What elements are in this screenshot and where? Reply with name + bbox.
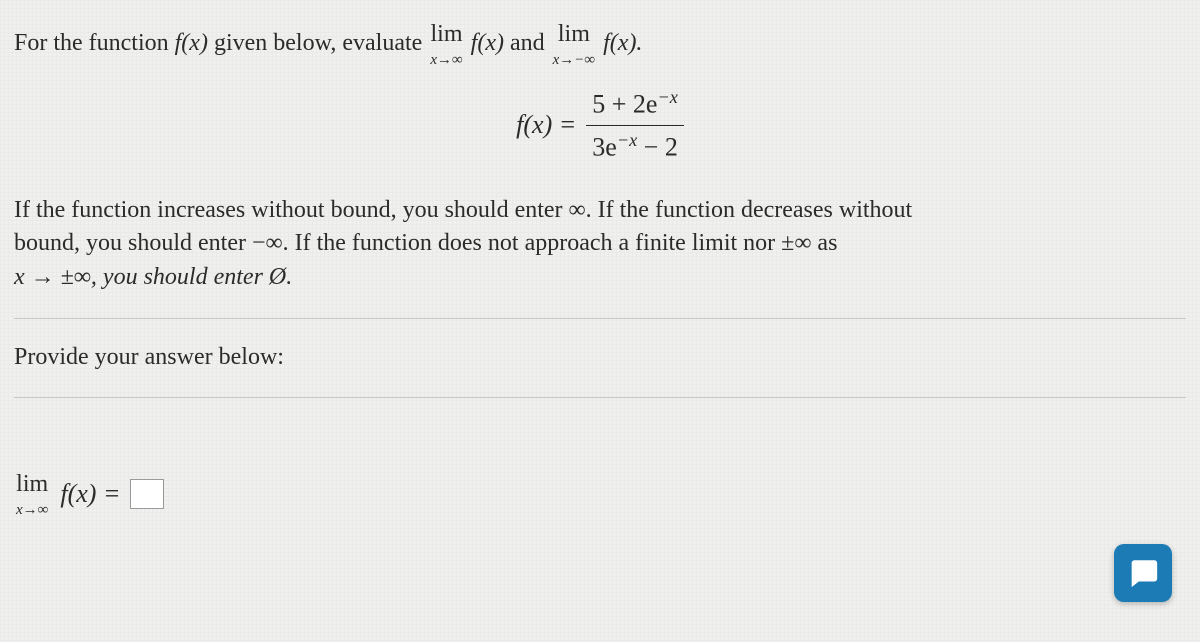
answer-lim-sub: x→∞ — [16, 500, 48, 521]
lim-fx-1: f(x) — [471, 30, 504, 56]
answer-prompt: Provide your answer below: — [14, 341, 1186, 375]
intro-fx: f(x) — [175, 30, 208, 56]
hint-line-2: bound, you should enter −∞. If the funct… — [14, 227, 1186, 261]
lim-fx-2: f(x). — [603, 30, 642, 56]
chat-button[interactable] — [1114, 544, 1172, 602]
divider-2 — [14, 397, 1186, 398]
lim-sub-2: x→−∞ — [553, 50, 595, 71]
eq-den-a: 3e — [592, 132, 617, 161]
eq-num-exp: −x — [657, 87, 677, 107]
lim-label-2: lim — [553, 18, 595, 52]
answer-fx-eq: f(x) = — [60, 476, 120, 512]
intro-and: and — [504, 30, 551, 56]
eq-num-a: 5 + 2e — [592, 89, 657, 118]
eq-den-b: − 2 — [637, 132, 678, 161]
hint-line-1: If the function increases without bound,… — [14, 194, 1186, 228]
function-definition: f(x) = 5 + 2e−x 3e−x − 2 — [14, 85, 1186, 166]
intro-text-1: For the function — [14, 30, 175, 56]
answer-lim-label: lim — [16, 468, 48, 502]
limit-pos-infinity: lim x→∞ — [430, 18, 462, 71]
limit-neg-infinity: lim x→−∞ — [553, 18, 595, 71]
hint-line-3: x → ±∞, you should enter Ø. — [14, 264, 292, 290]
answer-row: lim x→∞ f(x) = — [14, 468, 1186, 521]
eq-fraction: 5 + 2e−x 3e−x − 2 — [586, 85, 684, 166]
intro-text-2: given below, evaluate — [208, 30, 428, 56]
answer-limit: lim x→∞ — [16, 468, 48, 521]
lim-sub-1: x→∞ — [430, 50, 462, 71]
chat-icon — [1126, 556, 1160, 590]
divider-1 — [14, 318, 1186, 319]
lim-label: lim — [430, 18, 462, 52]
instruction-hint: If the function increases without bound,… — [14, 194, 1186, 295]
answer-input[interactable] — [130, 479, 164, 509]
eq-lhs: f(x) = — [516, 107, 576, 143]
problem-intro: For the function f(x) given below, evalu… — [14, 18, 1186, 71]
eq-den-exp: −x — [617, 130, 637, 150]
